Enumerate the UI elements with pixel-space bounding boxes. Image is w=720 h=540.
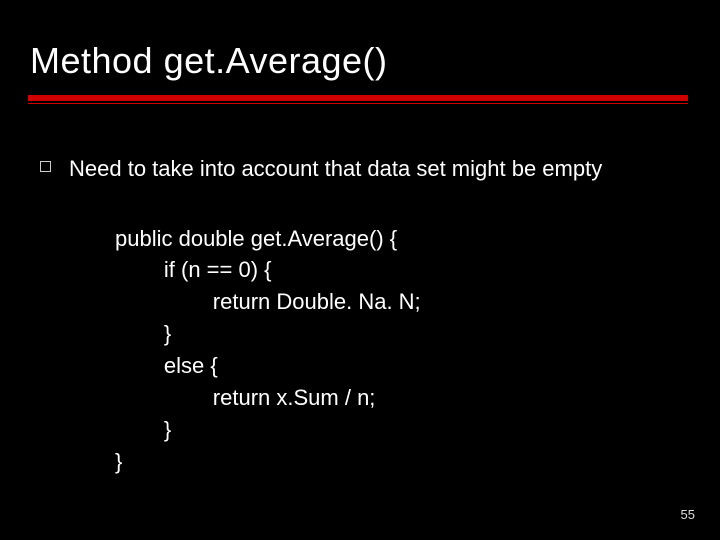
slide-body: Need to take into account that data set … xyxy=(40,155,690,478)
code-line: else { xyxy=(115,353,218,378)
bullet-item: Need to take into account that data set … xyxy=(40,155,690,183)
underline-thin xyxy=(28,103,688,104)
code-line: return Double. Na. N; xyxy=(115,289,421,314)
code-block: public double get.Average() { if (n == 0… xyxy=(115,223,690,478)
title-underline xyxy=(28,95,688,105)
code-line: public double get.Average() { xyxy=(115,226,397,251)
code-line: } xyxy=(115,321,171,346)
code-line: } xyxy=(115,417,171,442)
code-line: if (n == 0) { xyxy=(115,257,272,282)
bullet-text: Need to take into account that data set … xyxy=(69,155,602,183)
code-line: } xyxy=(115,449,122,474)
underline-thick xyxy=(28,95,688,101)
page-number: 55 xyxy=(681,507,695,522)
slide-title: Method get.Average() xyxy=(30,40,388,82)
code-line: return x.Sum / n; xyxy=(115,385,375,410)
square-bullet-icon xyxy=(40,161,51,172)
slide: Method get.Average() Need to take into a… xyxy=(0,0,720,540)
